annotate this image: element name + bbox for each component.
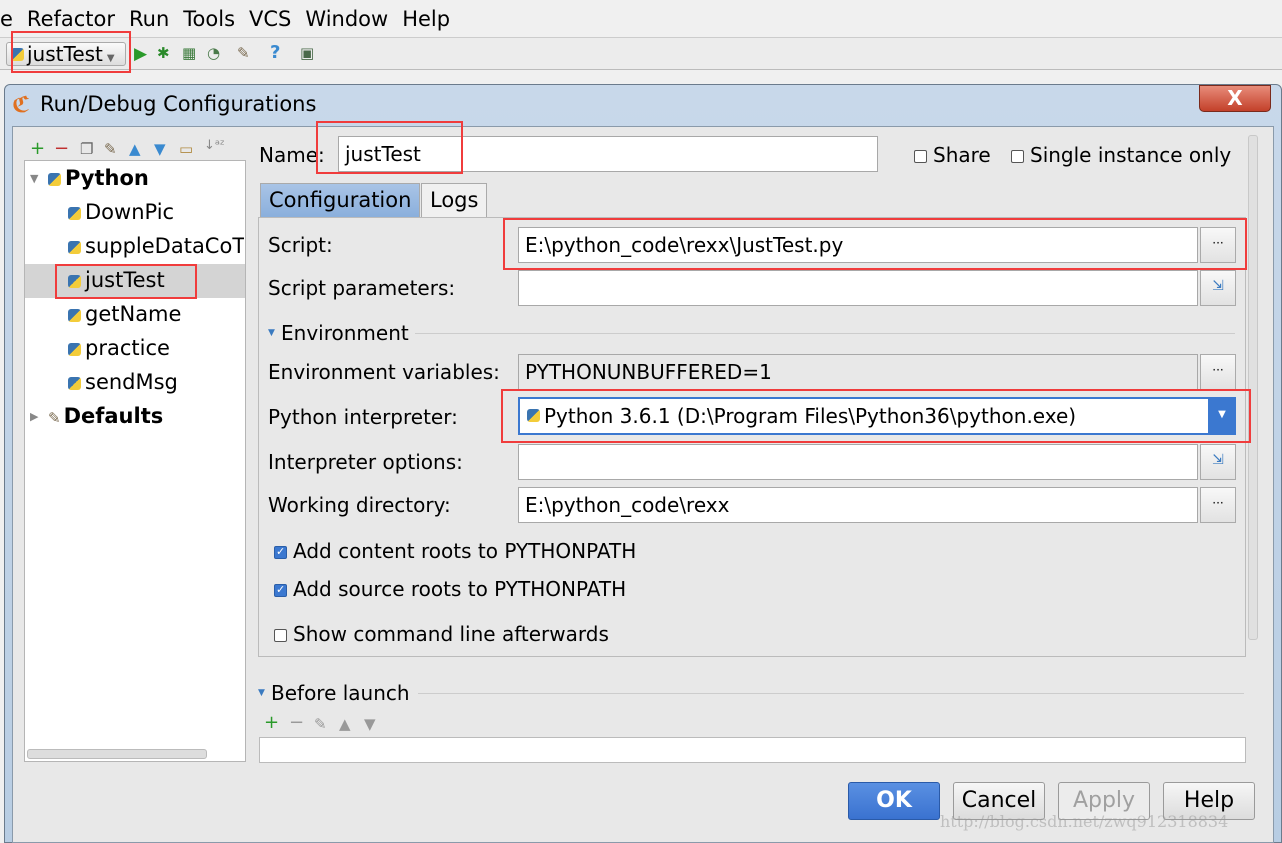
- tree-item[interactable]: DownPic: [68, 200, 174, 224]
- edit-task-icon[interactable]: ✎: [314, 715, 327, 733]
- profile-icon[interactable]: ◔: [207, 44, 220, 62]
- move-down-icon[interactable]: ▼: [154, 140, 166, 158]
- expand-icon[interactable]: ▼: [30, 172, 38, 185]
- menu-window[interactable]: Window: [305, 7, 388, 31]
- menu-help[interactable]: Help: [402, 7, 450, 31]
- watermark: http://blog.csdn.net/zwq912318834: [940, 812, 1229, 831]
- remove-icon[interactable]: −: [54, 138, 69, 159]
- menu-file[interactable]: e: [0, 7, 13, 31]
- interpreter-label: Python interpreter:: [268, 405, 458, 429]
- env-vars-input[interactable]: PYTHONUNBUFFERED=1: [518, 354, 1198, 390]
- run-config-label: justTest: [27, 42, 103, 66]
- menu-bar: e Refactor Run Tools VCS Window Help: [0, 0, 1282, 38]
- single-instance-checkbox[interactable]: Single instance only: [1011, 143, 1231, 167]
- vertical-scrollbar[interactable]: [1248, 135, 1258, 640]
- help-icon[interactable]: ?: [270, 42, 280, 63]
- share-checkbox[interactable]: Share: [914, 143, 991, 167]
- menu-vcs[interactable]: VCS: [249, 7, 291, 31]
- debug-icon[interactable]: ✱: [157, 44, 170, 62]
- environment-section: Environment: [281, 321, 409, 345]
- checkbox[interactable]: [1011, 150, 1024, 163]
- run-config-select[interactable]: justTest ▼: [6, 42, 126, 66]
- tree-item-defaults[interactable]: ✎ Defaults: [48, 404, 163, 428]
- interpreter-select[interactable]: Python 3.6.1 (D:\Program Files\Python36\…: [518, 397, 1236, 435]
- checkbox[interactable]: [274, 629, 287, 642]
- python-icon: [527, 409, 540, 422]
- folder-icon[interactable]: ▭: [179, 140, 193, 158]
- remove-task-icon[interactable]: −: [289, 712, 304, 733]
- tree-item[interactable]: practice: [68, 336, 170, 360]
- menu-tools[interactable]: Tools: [183, 7, 235, 31]
- checkbox[interactable]: [274, 583, 287, 597]
- env-vars-label: Environment variables:: [268, 360, 500, 384]
- sdk-icon[interactable]: ▣: [300, 44, 314, 62]
- tree-item-python[interactable]: Python: [48, 166, 149, 190]
- checkbox[interactable]: [274, 545, 287, 559]
- sort-icon[interactable]: ↓ᵃᶻ: [204, 138, 225, 153]
- workdir-label: Working directory:: [268, 493, 451, 517]
- move-up-icon[interactable]: ▲: [129, 140, 141, 158]
- script-input[interactable]: E:\python_code\rexx\JustTest.py: [518, 227, 1198, 263]
- python-icon: [68, 308, 81, 322]
- pycharm-logo-icon: ℭ: [12, 93, 31, 118]
- add-task-icon[interactable]: +: [264, 712, 279, 733]
- chevron-down-icon[interactable]: ▼: [1208, 397, 1236, 435]
- close-button[interactable]: X: [1199, 85, 1271, 112]
- tree-item[interactable]: getName: [68, 302, 181, 326]
- horizontal-scrollbar[interactable]: [27, 749, 207, 759]
- add-icon[interactable]: +: [30, 138, 45, 159]
- python-icon: [48, 172, 61, 186]
- chevron-down-icon: ▼: [106, 53, 115, 64]
- collapse-environment-icon[interactable]: ▼: [268, 328, 275, 338]
- run-icon[interactable]: ▶: [134, 44, 147, 64]
- python-icon: [68, 240, 81, 254]
- expand-editor-icon[interactable]: ⇲: [1200, 270, 1236, 306]
- browse-button[interactable]: ···: [1200, 227, 1236, 263]
- settings-icon[interactable]: ✎: [237, 44, 250, 62]
- env-vars-browse-button[interactable]: ···: [1200, 354, 1236, 390]
- tree-item[interactable]: sendMsg: [68, 370, 178, 394]
- interp-options-input[interactable]: [518, 444, 1198, 480]
- add-source-roots-checkbox[interactable]: Add source roots to PYTHONPATH: [274, 577, 626, 601]
- move-task-up-icon[interactable]: ▲: [339, 715, 351, 733]
- name-input[interactable]: justTest: [338, 136, 878, 172]
- collapse-icon[interactable]: ▶: [30, 410, 38, 423]
- tab-configuration[interactable]: Configuration: [260, 183, 421, 217]
- menu-run[interactable]: Run: [129, 7, 169, 31]
- wrench-icon: ✎: [48, 409, 61, 427]
- workdir-browse-button[interactable]: ···: [1200, 487, 1236, 523]
- name-label: Name:: [259, 143, 325, 167]
- script-params-label: Script parameters:: [268, 276, 456, 300]
- before-launch-section: Before launch: [271, 681, 410, 705]
- python-icon: [11, 48, 24, 61]
- move-task-down-icon[interactable]: ▼: [364, 715, 376, 733]
- script-label: Script:: [268, 233, 333, 257]
- add-content-roots-checkbox[interactable]: Add content roots to PYTHONPATH: [274, 539, 636, 563]
- tree-item[interactable]: suppleDataCoT: [68, 234, 244, 258]
- coverage-icon[interactable]: ▦: [182, 44, 196, 62]
- collapse-before-launch-icon[interactable]: ▼: [258, 688, 265, 698]
- show-cmdline-checkbox[interactable]: Show command line afterwards: [274, 622, 609, 646]
- python-icon: [68, 342, 81, 356]
- tab-logs[interactable]: Logs: [421, 183, 488, 217]
- checkbox[interactable]: [914, 150, 927, 163]
- script-params-input[interactable]: [518, 270, 1198, 306]
- before-launch-list[interactable]: [259, 737, 1246, 763]
- tree-item-selected[interactable]: justTest: [68, 268, 165, 292]
- workdir-input[interactable]: E:\python_code\rexx: [518, 487, 1198, 523]
- menu-refactor[interactable]: Refactor: [27, 7, 115, 31]
- expand-editor-icon[interactable]: ⇲: [1200, 444, 1236, 480]
- python-icon: [68, 274, 81, 288]
- python-icon: [68, 376, 81, 390]
- interp-options-label: Interpreter options:: [268, 450, 463, 474]
- python-icon: [68, 206, 81, 220]
- ok-button[interactable]: OK: [848, 782, 940, 820]
- dialog-title: Run/Debug Configurations: [40, 92, 317, 116]
- edit-defaults-icon[interactable]: ✎: [104, 140, 117, 158]
- copy-icon[interactable]: ❐: [80, 140, 93, 158]
